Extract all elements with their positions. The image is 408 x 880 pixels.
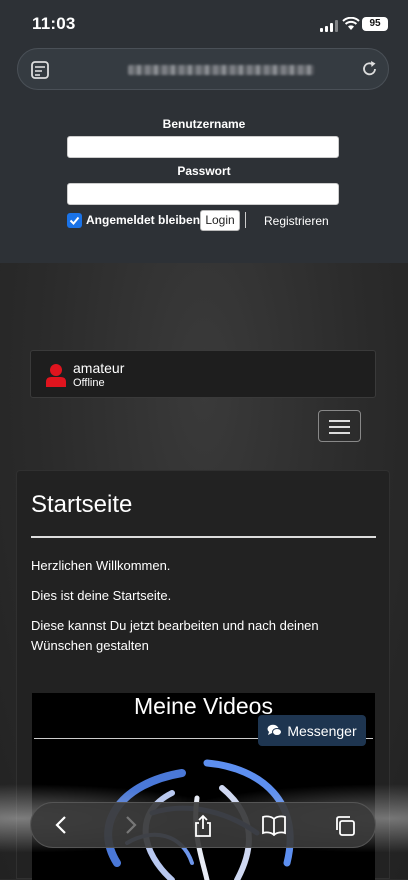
remember-checkbox[interactable]: [67, 212, 82, 228]
checkmark-icon: [69, 216, 80, 225]
paragraph: Dies ist deine Startseite.: [31, 588, 172, 603]
browser-toolbar: [30, 802, 376, 848]
url-text-blurred[interactable]: [128, 65, 314, 75]
password-label: Passwort: [177, 164, 231, 178]
url-bar[interactable]: [17, 48, 389, 90]
share-icon[interactable]: [191, 814, 215, 838]
back-icon[interactable]: [51, 814, 73, 836]
bookmarks-icon[interactable]: [261, 814, 287, 836]
chat-icon: [267, 724, 283, 736]
user-status-box: amateur Offline: [30, 350, 376, 398]
cellular-signal-icon: [320, 20, 338, 32]
page-title: Startseite: [31, 491, 133, 518]
remember-label: Angemeldet bleiben: [86, 213, 201, 227]
page-menu-icon[interactable]: [30, 60, 50, 80]
title-divider: [31, 536, 376, 538]
menu-toggle-button[interactable]: [318, 410, 361, 442]
paragraph: Herzlichen Willkommen.: [31, 558, 171, 573]
wifi-icon: [342, 17, 360, 30]
status-bar: 11:03 95: [0, 0, 408, 50]
status-time: 11:03: [32, 14, 76, 33]
tabs-icon[interactable]: [333, 814, 357, 838]
username: amateur: [73, 360, 125, 376]
login-button[interactable]: Login: [200, 210, 240, 231]
separator: [245, 212, 246, 228]
username-input[interactable]: [67, 136, 339, 158]
battery-indicator: 95: [362, 17, 388, 31]
messenger-button[interactable]: Messenger: [258, 715, 366, 746]
reload-icon[interactable]: [360, 59, 380, 79]
register-link[interactable]: Registrieren: [264, 214, 329, 228]
remember-me[interactable]: Angemeldet bleiben: [67, 211, 200, 229]
user-status: Offline: [73, 377, 105, 389]
username-label: Benutzername: [162, 117, 246, 131]
paragraph: Diese kannst Du jetzt bearbeiten und nac…: [31, 618, 319, 653]
forward-icon[interactable]: [119, 814, 141, 836]
user-icon: [46, 364, 66, 387]
password-input[interactable]: [67, 183, 339, 205]
messenger-label: Messenger: [287, 722, 357, 739]
